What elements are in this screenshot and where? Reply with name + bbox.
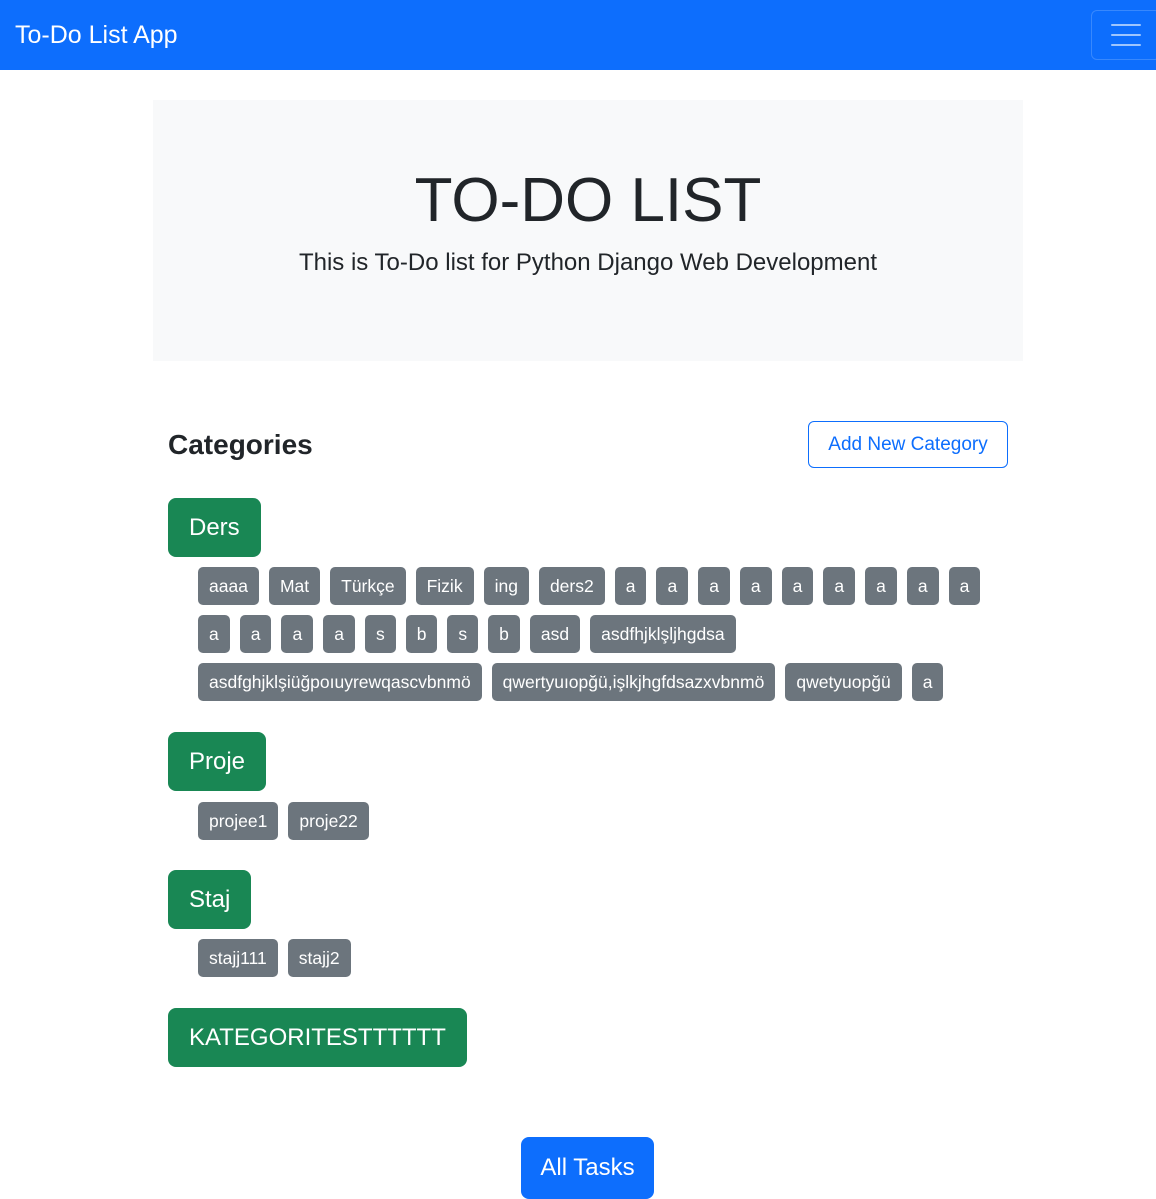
task-list-ders: aaaa Mat Türkçe Fizik ing ders2 a a a a a a a a a a a a a s…: [198, 567, 1018, 701]
task-badge[interactable]: asdfghjklşiüğpoıuyrewqascvbnmö: [198, 663, 482, 701]
task-badge[interactable]: a: [739, 567, 772, 605]
task-badge[interactable]: a: [911, 663, 944, 701]
task-badge[interactable]: a: [323, 615, 355, 653]
task-badge[interactable]: a: [948, 567, 981, 605]
add-new-category-button[interactable]: Add New Category: [808, 421, 1008, 468]
hamburger-menu-icon[interactable]: [1091, 10, 1156, 60]
task-badge[interactable]: Türkçe: [330, 567, 406, 605]
task-badge[interactable]: a: [906, 567, 939, 605]
task-badge[interactable]: asdfhjklşljhgdsa: [590, 615, 736, 653]
task-list-staj: stajj111 stajj2: [198, 939, 1018, 977]
task-list-proje: projee1 proje22: [198, 802, 1018, 840]
task-badge[interactable]: proje22: [288, 802, 369, 840]
task-badge[interactable]: a: [656, 567, 689, 605]
task-badge[interactable]: a: [823, 567, 856, 605]
task-badge[interactable]: a: [614, 567, 647, 605]
hero-title: TO-DO LIST: [414, 166, 762, 235]
toggler-bar: [1111, 24, 1141, 26]
task-badge[interactable]: asd: [529, 615, 581, 653]
task-badge[interactable]: qwertyuıopğü,işlkjhgfdsazxvbnmö: [491, 663, 776, 701]
category-button-kategoritest[interactable]: KATEGORITESTTTTTT: [168, 1008, 467, 1067]
toggler-bar: [1111, 44, 1141, 46]
task-badge[interactable]: qwetyuopğü: [785, 663, 902, 701]
task-badge[interactable]: a: [781, 567, 814, 605]
task-badge[interactable]: s: [447, 615, 479, 653]
task-badge[interactable]: a: [198, 615, 230, 653]
task-badge[interactable]: a: [698, 567, 730, 605]
hero-subtitle: This is To-Do list for Python Django Web…: [298, 249, 878, 276]
task-badge[interactable]: s: [364, 615, 396, 653]
task-badge[interactable]: ing: [483, 567, 529, 605]
category-button-staj[interactable]: Staj: [168, 870, 252, 929]
category-button-ders[interactable]: Ders: [168, 498, 261, 557]
task-badge[interactable]: stajj2: [287, 939, 351, 977]
categories-heading: Categories: [168, 429, 313, 460]
task-badge[interactable]: Fizik: [415, 567, 474, 605]
navbar: To-Do List App: [0, 0, 1156, 70]
task-badge[interactable]: ders2: [538, 567, 605, 605]
category-button-proje[interactable]: Proje: [168, 732, 267, 791]
task-badge[interactable]: b: [488, 615, 520, 653]
task-badge[interactable]: a: [865, 567, 897, 605]
task-badge[interactable]: b: [405, 615, 438, 653]
task-badge[interactable]: aaaa: [198, 567, 259, 605]
task-badge[interactable]: stajj111: [198, 939, 278, 977]
task-badge[interactable]: a: [281, 615, 314, 653]
task-badge[interactable]: projee1: [198, 802, 279, 840]
navbar-brand[interactable]: To-Do List App: [15, 19, 178, 51]
toggler-bar: [1111, 34, 1141, 36]
all-tasks-button[interactable]: All Tasks: [521, 1137, 654, 1199]
task-badge[interactable]: Mat: [268, 567, 321, 605]
task-badge[interactable]: a: [239, 615, 272, 653]
hero-jumbotron: TO-DO LIST This is To-Do list for Python…: [153, 100, 1023, 361]
